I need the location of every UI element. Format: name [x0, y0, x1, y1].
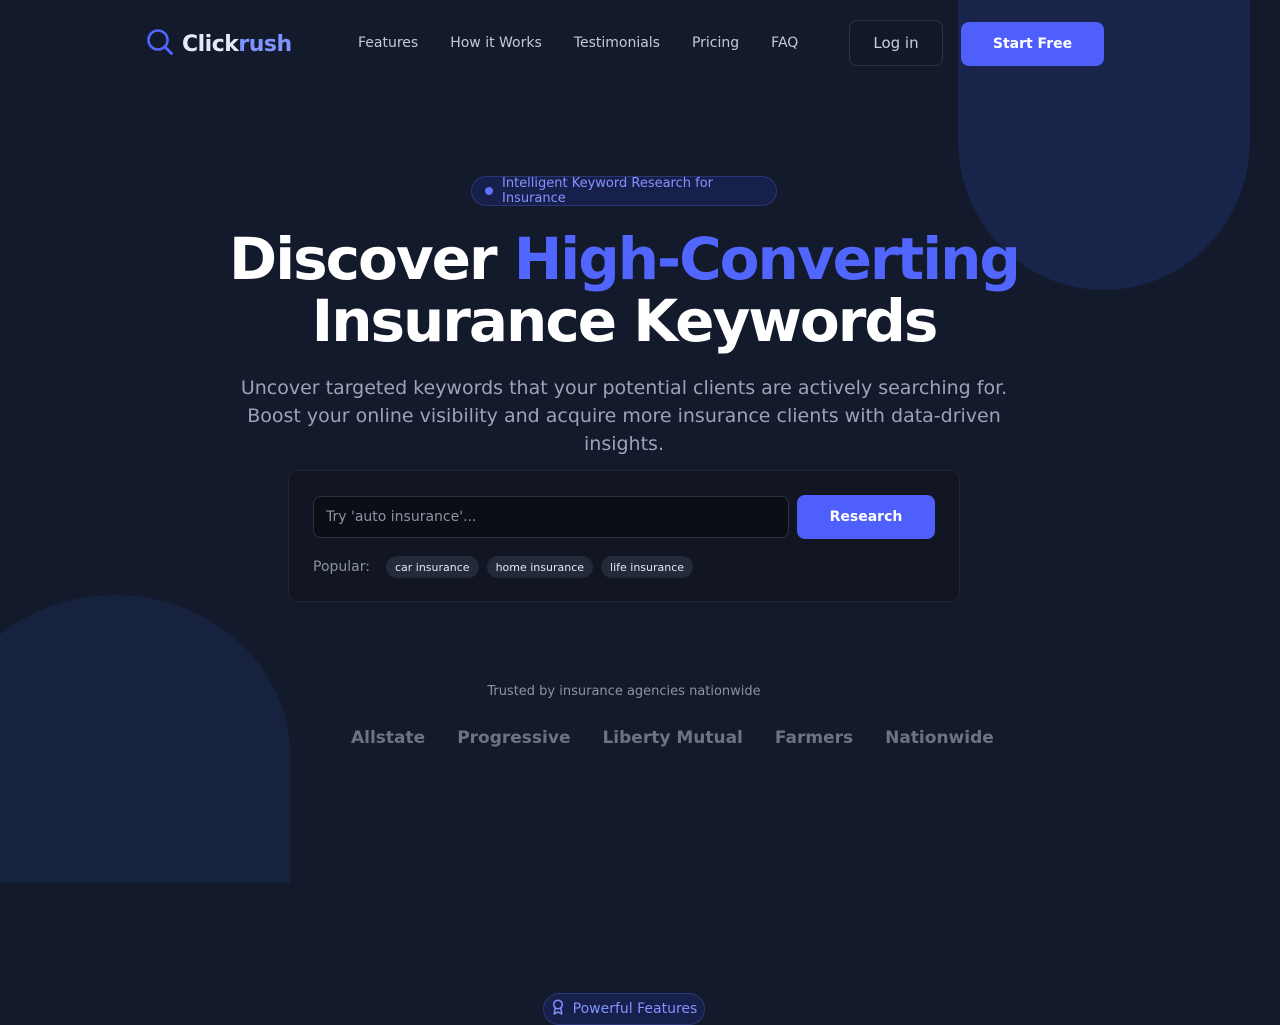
research-button[interactable]: Research: [797, 495, 935, 539]
trusted-label: Trusted by insurance agencies nationwide: [487, 684, 761, 699]
hero-title-line2: Insurance Keywords: [311, 287, 939, 355]
popular-tag-car-insurance[interactable]: car insurance: [385, 556, 479, 578]
brand-name: Clickrush: [182, 32, 292, 57]
nav-link-faq[interactable]: FAQ: [771, 35, 798, 51]
popular-tag-life-insurance[interactable]: life insurance: [601, 556, 694, 578]
nav-link-how-it-works[interactable]: How it Works: [450, 35, 542, 51]
award-icon: [551, 999, 565, 1019]
popular-label: Popular:: [313, 559, 370, 575]
trusted-brands: Allstate Progressive Liberty Mutual Farm…: [351, 728, 994, 748]
search-card: Research Popular: car insurance home ins…: [288, 470, 960, 602]
brand-name-part2: rush: [238, 31, 292, 57]
brand-nationwide: Nationwide: [885, 728, 994, 748]
popular-tag-home-insurance[interactable]: home insurance: [486, 556, 594, 578]
features-badge: Powerful Features: [543, 993, 705, 1025]
decorative-blob-bottom-left: [0, 595, 290, 883]
hero-title-part1: Discover: [229, 225, 514, 293]
hero-badge-text: Intelligent Keyword Research for Insuran…: [502, 176, 714, 206]
nav-link-pricing[interactable]: Pricing: [692, 35, 739, 51]
hero-title: Discover High-Converting Insurance Keywo…: [0, 228, 1248, 352]
nav-link-features[interactable]: Features: [358, 35, 418, 51]
brand-farmers: Farmers: [774, 728, 854, 748]
top-navigation: Clickrush Features How it Works Testimon…: [0, 0, 1280, 88]
search-input[interactable]: [313, 496, 789, 538]
brand-progressive: Progressive: [457, 728, 571, 748]
search-icon: [146, 28, 174, 60]
nav-links: Features How it Works Testimonials Prici…: [358, 35, 798, 51]
brand-liberty-mutual: Liberty Mutual: [602, 728, 743, 748]
hero-subtitle: Uncover targeted keywords that your pote…: [240, 377, 1008, 455]
brand-allstate: Allstate: [351, 728, 426, 748]
dot-icon: [485, 187, 493, 195]
start-free-button[interactable]: Start Free: [961, 22, 1104, 66]
login-button[interactable]: Log in: [849, 20, 943, 66]
brand-name-part1: Click: [182, 31, 239, 57]
hero-badge: Intelligent Keyword Research for Insuran…: [471, 176, 777, 206]
nav-link-testimonials[interactable]: Testimonials: [574, 35, 660, 51]
hero-title-highlight: High-Converting: [513, 225, 1021, 293]
logo[interactable]: Clickrush: [146, 28, 292, 60]
features-badge-text: Powerful Features: [572, 1001, 698, 1017]
popular-searches: Popular: car insurance home insurance li…: [313, 556, 694, 578]
